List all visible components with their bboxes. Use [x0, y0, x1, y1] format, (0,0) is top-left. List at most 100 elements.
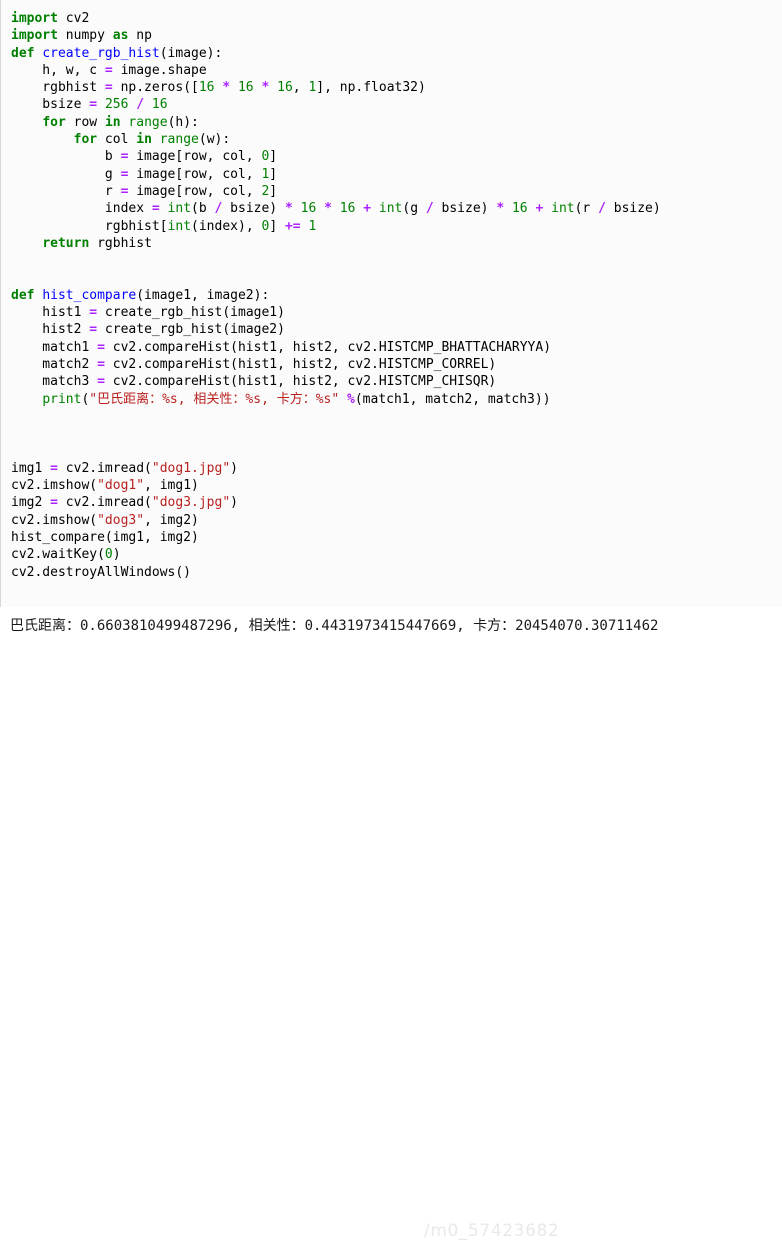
code-token: (image1, image2): — [136, 287, 270, 303]
code-token: (index), — [191, 218, 262, 234]
code-token: cv2.compareHist(hist1, hist2, cv2.HISTCM… — [104, 339, 552, 355]
code-token: ) — [230, 460, 238, 476]
console-output-area: 巴氏距离：0.6603810499487296, 相关性：0.443197341… — [0, 607, 782, 1241]
code-token: * — [496, 201, 505, 217]
code-token: create_rgb_hist(image2) — [97, 322, 285, 338]
code-token: = — [89, 305, 98, 321]
code-token: % — [347, 391, 355, 407]
code-line: cv2.imshow("dog3", img2) — [11, 512, 782, 529]
code-line: h, w, c = image.shape — [11, 62, 782, 79]
code-line: hist_compare(img1, img2) — [11, 529, 782, 546]
code-token: import — [11, 11, 58, 26]
code-token: "dog3.jpg" — [151, 495, 231, 511]
code-token: cv2.destroyAllWindows() — [11, 564, 192, 580]
code-token: cv2.imshow( — [11, 512, 98, 528]
code-token: ], np.float32) — [316, 80, 426, 96]
code-token: "dog1.jpg" — [151, 460, 231, 476]
code-token: match3 — [11, 374, 98, 390]
code-token: cv2.imshow( — [11, 478, 98, 494]
code-token: row — [65, 114, 105, 130]
code-line: cv2.imshow("dog1", img1) — [11, 477, 782, 494]
code-token: hist_compare — [42, 287, 137, 303]
code-token: , — [292, 80, 309, 96]
code-line: hist2 = create_rgb_hist(image2) — [11, 321, 782, 338]
code-token: = — [151, 201, 160, 217]
code-line: match2 = cv2.compareHist(hist1, hist2, c… — [11, 356, 782, 373]
code-token: = — [97, 356, 105, 372]
code-token: in — [136, 132, 152, 148]
watermark-text: /m0_57423682 — [424, 1221, 560, 1241]
code-listing[interactable]: import cv2 import numpy as np def create_r… — [11, 10, 782, 581]
code-token: h, w, c — [11, 62, 105, 78]
code-token: int — [167, 218, 192, 234]
code-line: for row in range(h): — [11, 114, 782, 131]
code-token: return — [42, 235, 90, 251]
code-token: match1 — [11, 339, 98, 355]
code-token: += — [284, 218, 301, 234]
code-token: int — [167, 201, 192, 217]
code-token: "巴氏距离：%s, 相关性：%s, 卡方：%s" — [89, 391, 340, 407]
code-token: rgbhist — [11, 80, 105, 96]
code-token: g — [11, 166, 121, 182]
code-token: int — [551, 201, 575, 217]
code-token: "dog1" — [97, 478, 145, 494]
code-token: ] — [269, 166, 278, 182]
code-token: 1 — [308, 218, 317, 234]
code-line: img1 = cv2.imread("dog1.jpg") — [11, 460, 782, 477]
code-token: = — [89, 97, 98, 113]
code-token: = — [104, 80, 113, 96]
code-line: def create_rgb_hist(image): — [11, 45, 782, 62]
code-token: for — [42, 114, 66, 130]
code-token: index — [11, 201, 152, 217]
code-token: ] — [269, 218, 285, 234]
code-token: r — [11, 183, 121, 199]
code-token: / — [425, 201, 434, 217]
code-token: , img2) — [144, 512, 199, 528]
code-token: 16 — [300, 201, 317, 217]
code-token: = — [97, 339, 105, 355]
code-token: 16 — [339, 201, 356, 217]
code-line: cv2.destroyAllWindows() — [11, 564, 782, 581]
code-token: cv2.imread( — [57, 460, 152, 476]
code-token: ] — [269, 183, 278, 199]
code-token: + — [363, 201, 372, 217]
code-token: , img1) — [144, 478, 199, 494]
code-token: as — [112, 28, 129, 44]
code-line: return rgbhist — [11, 235, 782, 252]
code-line: b = image[row, col, 0] — [11, 148, 782, 165]
code-token: img2 — [11, 495, 51, 511]
code-token: cv2.waitKey( — [11, 547, 105, 563]
code-token: 16 — [198, 80, 215, 96]
code-token: (image): — [159, 45, 223, 61]
code-token: image[row, col, — [128, 166, 262, 182]
code-token: / — [598, 201, 606, 217]
code-token: range — [159, 132, 199, 148]
code-token: (h): — [167, 114, 199, 130]
code-line: match3 = cv2.compareHist(hist1, hist2, c… — [11, 373, 782, 390]
code-line: g = image[row, col, 1] — [11, 166, 782, 183]
code-token: hist2 — [11, 322, 90, 338]
code-token: import — [11, 28, 58, 44]
code-token: col — [97, 132, 137, 148]
code-token: def — [11, 287, 35, 303]
code-token: in — [104, 114, 121, 130]
code-token: = — [97, 374, 105, 390]
code-token: (match1, match2, match3)) — [354, 391, 551, 407]
code-token: hist_compare(img1, img2) — [11, 529, 199, 545]
code-token: "dog3" — [97, 512, 145, 528]
code-token: 16 — [511, 201, 528, 217]
code-line: index = int(b / bsize) * 16 * 16 + int(g… — [11, 200, 782, 217]
code-token: cv2.imread( — [57, 495, 152, 511]
